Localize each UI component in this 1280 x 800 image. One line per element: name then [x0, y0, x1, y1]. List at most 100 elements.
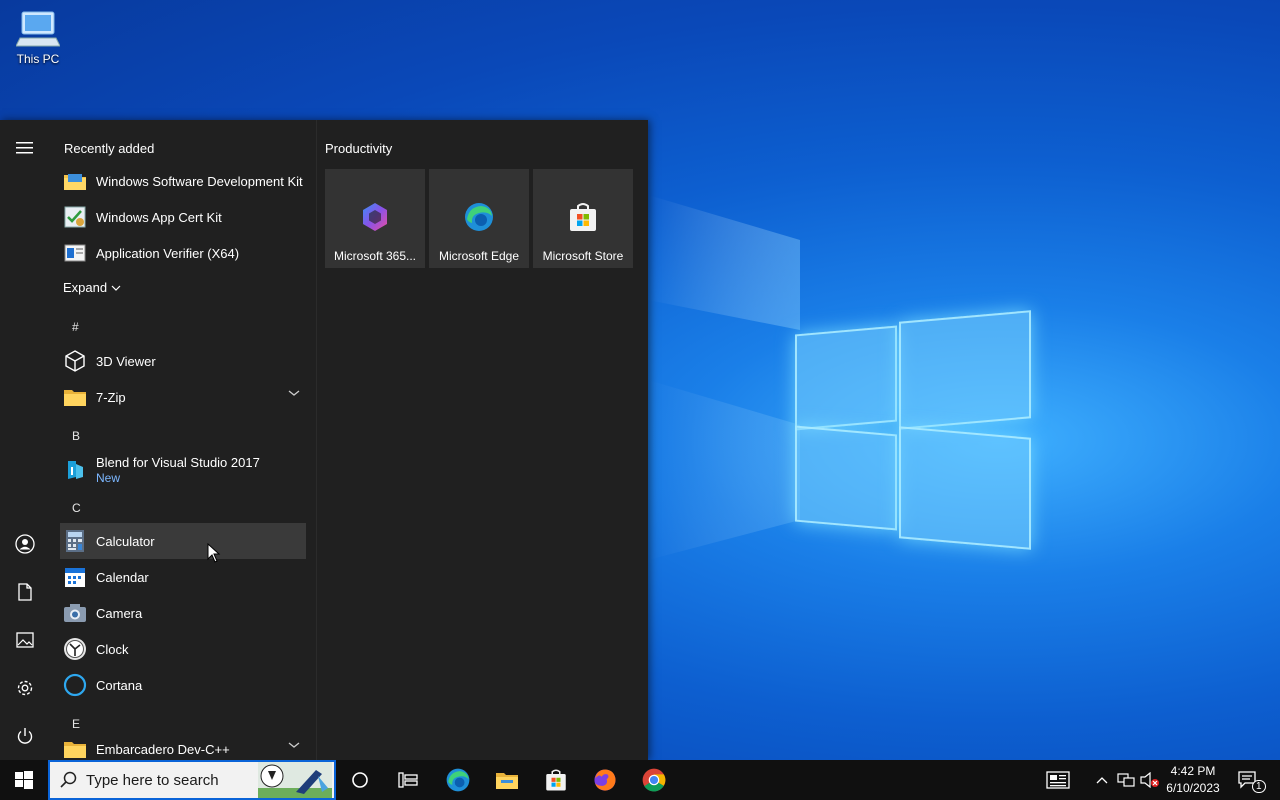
show-hidden-icons-button[interactable] [1090, 760, 1114, 800]
power-button[interactable] [0, 714, 50, 758]
documents-button[interactable] [0, 570, 50, 614]
windows-logo-wallpaper [795, 308, 1031, 550]
windows-logo-icon [15, 771, 33, 789]
tiles-area: Productivity Microsoft 365... Microsoft … [316, 120, 647, 760]
cortana-button[interactable] [336, 760, 384, 800]
documents-icon [18, 583, 32, 601]
desktop-icon-label: This PC [16, 52, 60, 66]
app-blend-vs-2017[interactable]: Blend for Visual Studio 2017 New [60, 450, 306, 490]
start-button[interactable] [0, 760, 48, 800]
search-highlight-icon [258, 762, 332, 798]
app-clock[interactable]: Clock [60, 631, 306, 667]
app-7-zip[interactable]: 7-Zip [60, 379, 306, 415]
app-cortana[interactable]: Cortana [60, 667, 306, 703]
app-label: Application Verifier (X64) [96, 245, 240, 261]
app-verifier-icon [63, 241, 87, 265]
app-embarcadero-dev-cpp[interactable]: Embarcadero Dev-C++ [60, 731, 306, 760]
tile-label: Microsoft Edge [438, 249, 520, 263]
chevron-up-icon [1096, 777, 1108, 784]
action-center-button[interactable]: 1 [1228, 760, 1268, 800]
tile-microsoft-365[interactable]: Microsoft 365... [325, 169, 425, 268]
desktop-icon-this-pc[interactable]: This PC [10, 8, 66, 66]
chevron-down-icon[interactable] [288, 741, 300, 749]
3d-viewer-icon [63, 349, 87, 373]
cert-kit-icon [63, 205, 87, 229]
user-icon [15, 534, 35, 554]
pictures-icon [16, 632, 34, 648]
expand-button[interactable]: Expand [63, 280, 121, 295]
chevron-down-icon [111, 285, 121, 291]
recently-added-heading: Recently added [64, 141, 155, 156]
search-box[interactable]: Type here to search [48, 760, 336, 800]
expand-label: Expand [63, 280, 108, 295]
app-label: Windows App Cert Kit [96, 209, 222, 225]
calendar-icon [63, 565, 87, 589]
taskbar-edge-button[interactable] [434, 760, 482, 800]
clock-button[interactable]: 4:42 PM 6/10/2023 [1158, 763, 1228, 797]
app-calendar[interactable]: Calendar [60, 559, 306, 595]
m365-icon [363, 203, 387, 231]
taskbar-file-explorer-button[interactable] [483, 760, 531, 800]
this-pc-icon [16, 11, 60, 47]
task-view-button[interactable] [384, 760, 432, 800]
app-application-verifier[interactable]: Application Verifier (X64) [60, 235, 306, 271]
network-button[interactable] [1114, 760, 1138, 800]
taskbar-store-button[interactable] [532, 760, 580, 800]
app-label: 7-Zip [96, 389, 126, 405]
chevron-down-icon[interactable] [288, 389, 300, 397]
settings-button[interactable] [0, 666, 50, 710]
app-3d-viewer[interactable]: 3D Viewer [60, 343, 306, 379]
settings-icon [17, 680, 33, 696]
calculator-icon [63, 529, 87, 553]
app-windows-sdk[interactable]: Windows Software Development Kit [60, 163, 306, 199]
app-label: Calculator [96, 533, 155, 549]
folder-icon [63, 169, 87, 193]
firefox-icon [594, 769, 616, 791]
camera-icon [63, 601, 87, 625]
app-label: Embarcadero Dev-C++ [96, 741, 230, 757]
cortana-icon [352, 772, 368, 788]
tiles-group-heading[interactable]: Productivity [325, 141, 392, 156]
network-icon [1117, 773, 1135, 787]
news-icon [1046, 771, 1070, 789]
file-explorer-icon [496, 773, 518, 789]
news-widget-button[interactable] [1036, 760, 1080, 800]
start-menu: Recently added Windows Software Developm… [0, 120, 648, 760]
notification-count-badge: 1 [1252, 780, 1266, 793]
app-label: 3D Viewer [96, 353, 156, 369]
group-letter-hash[interactable]: # [72, 320, 79, 334]
store-icon [570, 203, 596, 231]
tile-label: Microsoft Store [542, 249, 624, 263]
tile-label: Microsoft 365... [333, 249, 417, 263]
app-label: Camera [96, 605, 143, 621]
folder-icon [63, 385, 87, 409]
app-windows-app-cert-kit[interactable]: Windows App Cert Kit [60, 199, 306, 235]
start-rail [0, 120, 50, 760]
power-icon [17, 728, 33, 744]
tile-microsoft-store[interactable]: Microsoft Store [533, 169, 633, 268]
clock-date: 6/10/2023 [1166, 781, 1220, 795]
clock-time: 4:42 PM [1170, 764, 1216, 778]
clock-icon [63, 637, 87, 661]
cortana-icon [63, 673, 87, 697]
pictures-button[interactable] [0, 618, 50, 662]
chrome-icon [642, 768, 666, 792]
taskbar-firefox-button[interactable] [581, 760, 629, 800]
edge-icon [446, 768, 470, 792]
taskbar-chrome-button[interactable] [630, 760, 678, 800]
new-badge: New [96, 471, 121, 485]
app-camera[interactable]: Camera [60, 595, 306, 631]
edge-icon [465, 203, 493, 231]
group-letter-e[interactable]: E [72, 717, 80, 731]
hamburger-icon [16, 142, 33, 154]
app-calculator[interactable]: Calculator [60, 523, 306, 559]
app-label: Calendar [96, 569, 149, 585]
task-view-icon [398, 772, 418, 788]
group-letter-b[interactable]: B [72, 429, 80, 443]
tile-microsoft-edge[interactable]: Microsoft Edge [429, 169, 529, 268]
user-account-button[interactable] [0, 522, 50, 566]
app-label: Clock [96, 641, 129, 657]
hamburger-button[interactable] [0, 126, 50, 170]
folder-icon [63, 737, 87, 760]
group-letter-c[interactable]: C [72, 501, 81, 515]
